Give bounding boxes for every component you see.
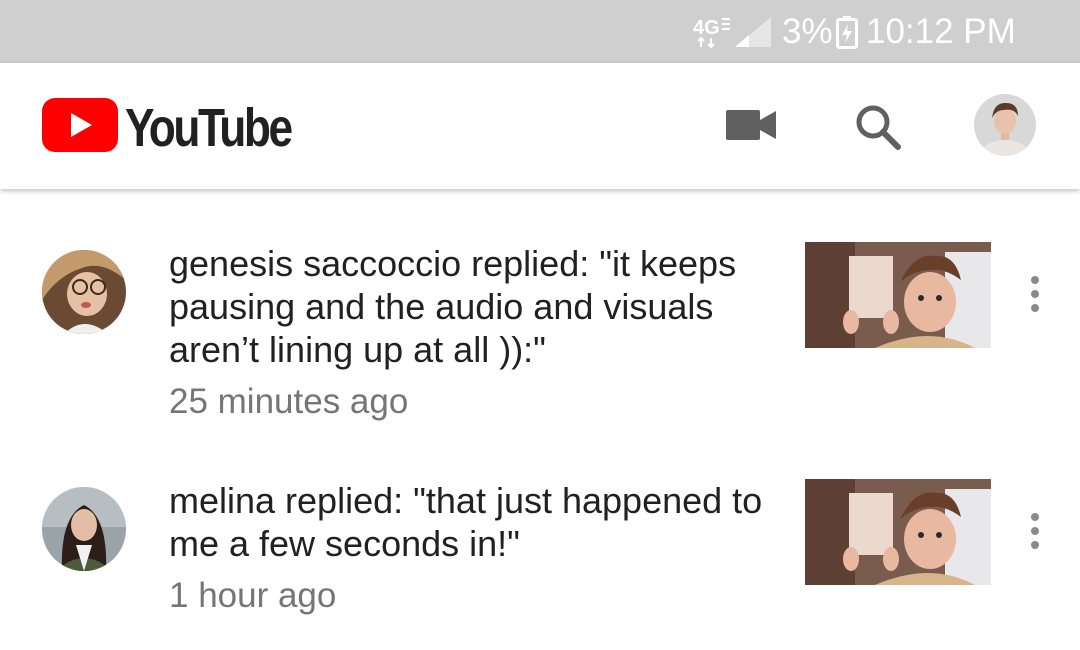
video-thumbnail[interactable] (805, 242, 991, 348)
account-avatar (974, 94, 1036, 156)
network-4g-icon: 4G (693, 17, 730, 48)
status-bar: 4G 3% 10:12 PM (0, 0, 1080, 63)
clock-time: 10:12 PM (866, 12, 1016, 51)
upload-video-button[interactable] (722, 103, 780, 147)
commenter-avatar[interactable] (42, 250, 126, 334)
commenter-avatar-photo (42, 487, 126, 571)
youtube-play-logo-icon[interactable] (42, 98, 118, 152)
notification-text: melina replied: "that just happened to m… (169, 480, 763, 564)
video-thumbnail-image (805, 479, 991, 585)
battery-percentage: 3% (782, 12, 833, 51)
search-icon (856, 105, 901, 150)
more-vert-icon (1031, 276, 1039, 312)
app-bar: YouTube (0, 63, 1080, 189)
commenter-avatar-photo (42, 250, 126, 334)
notification-time: 1 hour ago (169, 576, 337, 615)
more-options-button[interactable] (1020, 507, 1050, 557)
youtube-wordmark[interactable]: YouTube (125, 97, 293, 159)
commenter-avatar[interactable] (42, 487, 126, 571)
more-vert-icon (1031, 513, 1039, 549)
video-thumbnail[interactable] (805, 479, 991, 585)
signal-strength-icon (735, 17, 771, 47)
video-thumbnail-image (805, 242, 991, 348)
video-camera-icon (726, 110, 776, 140)
battery-charging-icon (836, 16, 858, 49)
notification-time: 25 minutes ago (169, 382, 409, 421)
search-button[interactable] (852, 101, 904, 153)
account-avatar-button[interactable] (974, 94, 1036, 156)
notification-text: genesis saccoccio replied: "it keeps pau… (169, 243, 737, 370)
more-options-button[interactable] (1020, 270, 1050, 320)
svg-text:4G: 4G (693, 17, 720, 39)
